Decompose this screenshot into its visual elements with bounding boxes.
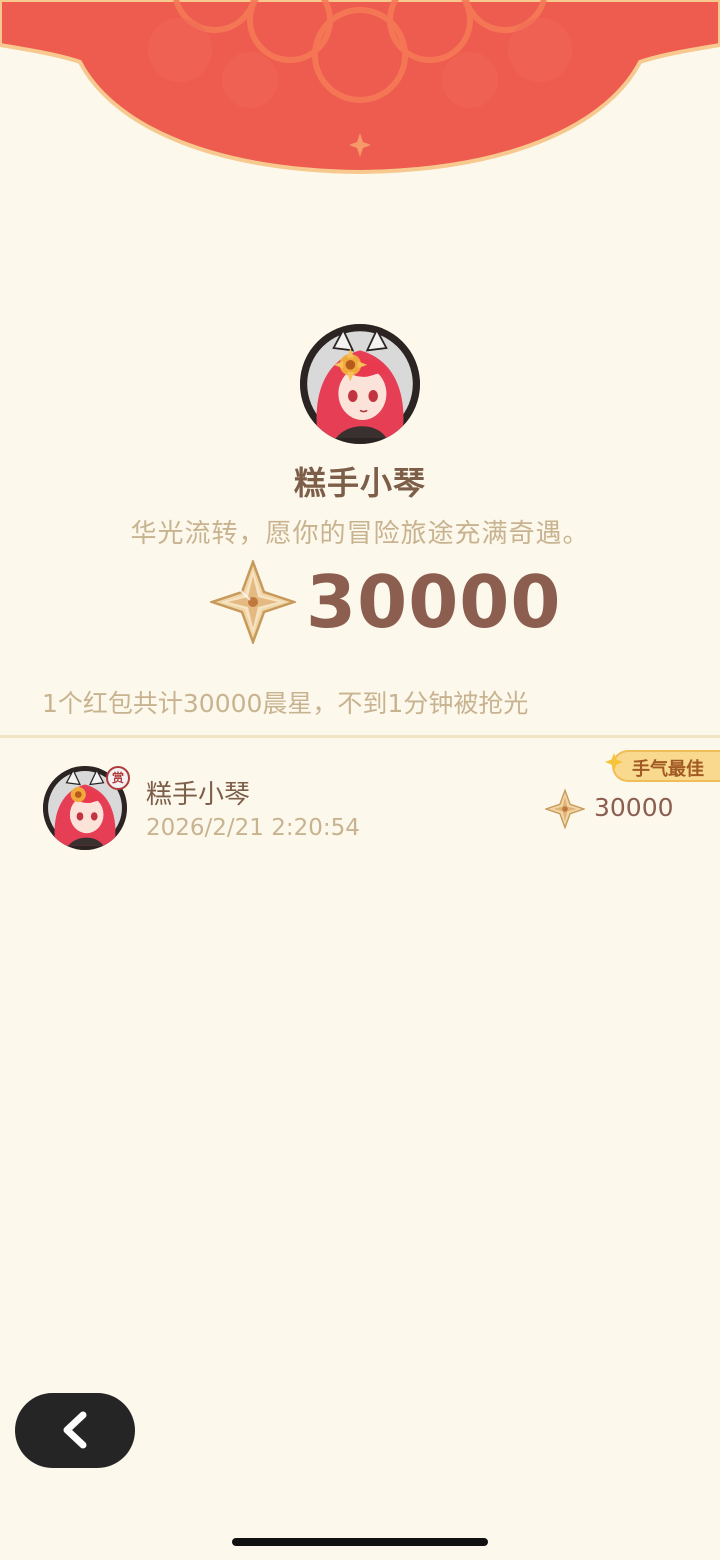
red-packet-summary: 1个红包共计30000晨星，不到1分钟被抢光 bbox=[42, 689, 529, 718]
home-indicator[interactable] bbox=[232, 1538, 488, 1546]
total-amount: 30000 bbox=[210, 560, 561, 644]
amount-value: 30000 bbox=[306, 560, 562, 644]
starglitter-gem-icon bbox=[210, 560, 296, 644]
sender-avatar bbox=[300, 324, 420, 444]
greeting-message: 华光流转，愿你的冒险旅途充满奇遇。 bbox=[130, 519, 590, 549]
back-button[interactable] bbox=[15, 1393, 135, 1468]
record-amount: 30000 bbox=[594, 793, 674, 822]
record-time: 2026/2/21 2:20:54 bbox=[146, 815, 360, 841]
best-luck-label: 手气最佳 bbox=[632, 759, 704, 780]
divider bbox=[0, 735, 720, 738]
record-name: 糕手小琴 bbox=[146, 780, 251, 810]
sender-name: 糕手小琴 bbox=[293, 464, 426, 502]
avatar-badge: 赏 bbox=[106, 766, 130, 790]
red-envelope-header bbox=[0, 0, 720, 175]
starglitter-gem-icon bbox=[545, 788, 585, 830]
chevron-left-icon bbox=[63, 1411, 87, 1449]
star-icon bbox=[605, 753, 623, 771]
best-luck-badge: 手气最佳 bbox=[612, 750, 720, 782]
